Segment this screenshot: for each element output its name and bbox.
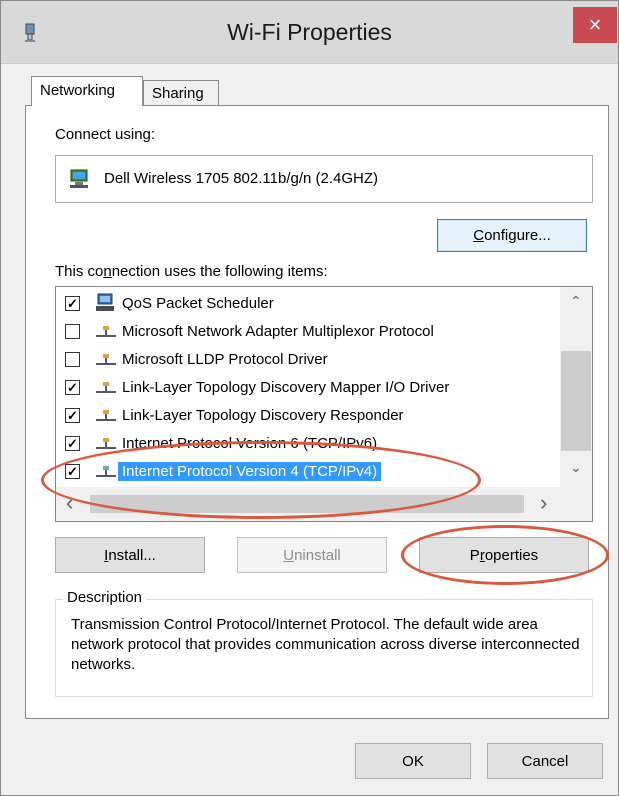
- list-item-label: QoS Packet Scheduler: [122, 295, 274, 312]
- wifi-properties-dialog: Wi-Fi Properties × Networking Sharing Co…: [0, 0, 619, 796]
- horizontal-scroll-thumb[interactable]: [90, 495, 524, 513]
- components-list[interactable]: ✓ QoS Packet Scheduler Microsoft Network…: [55, 286, 593, 522]
- list-item-selected[interactable]: ✓ Internet Protocol Version 4 (TCP/IPv4): [56, 458, 560, 486]
- list-item[interactable]: ✓ QoS Packet Scheduler: [56, 290, 560, 318]
- item-checkbox[interactable]: ✓: [65, 296, 80, 311]
- scroll-up-icon[interactable]: ⌃: [570, 293, 582, 310]
- install-button-label: Install...: [104, 546, 156, 564]
- configure-button[interactable]: Configure...: [437, 219, 587, 252]
- properties-button-label: Properties: [469, 546, 539, 564]
- vertical-scrollbar[interactable]: ⌃ ⌄: [560, 287, 592, 487]
- list-item[interactable]: ✓ Internet Protocol Version 6 (TCP/IPv6): [56, 430, 560, 458]
- window-title: Wi-Fi Properties: [227, 19, 392, 45]
- scroll-down-icon[interactable]: ⌄: [570, 459, 582, 476]
- uninstall-button-label: Uninstall: [283, 546, 341, 564]
- list-item-label: Internet Protocol Version 4 (TCP/IPv4): [118, 462, 382, 481]
- item-checkbox[interactable]: [65, 352, 80, 367]
- install-button[interactable]: Install...: [55, 537, 205, 573]
- horizontal-scrollbar[interactable]: ‹ ›: [56, 487, 560, 521]
- cancel-button[interactable]: Cancel: [487, 743, 603, 779]
- list-item-label: Microsoft Network Adapter Multiplexor Pr…: [122, 323, 434, 340]
- list-item-label: Link-Layer Topology Discovery Responder: [122, 407, 404, 424]
- ok-button[interactable]: OK: [355, 743, 471, 779]
- network-protocol-icon: [96, 382, 116, 393]
- uninstall-button[interactable]: Uninstall: [237, 537, 387, 573]
- network-protocol-icon: [96, 466, 116, 477]
- scroll-left-icon[interactable]: ‹: [66, 492, 73, 514]
- item-checkbox[interactable]: ✓: [65, 464, 80, 479]
- list-item-label: Internet Protocol Version 6 (TCP/IPv6): [122, 435, 378, 452]
- list-item[interactable]: Microsoft LLDP Protocol Driver: [56, 346, 560, 374]
- list-item[interactable]: ✓ Link-Layer Topology Discovery Mapper I…: [56, 374, 560, 402]
- item-checkbox[interactable]: ✓: [65, 408, 80, 423]
- scroll-right-icon[interactable]: ›: [540, 492, 547, 514]
- qos-scheduler-icon: [96, 293, 114, 311]
- tab-sharing[interactable]: Sharing: [143, 80, 219, 105]
- close-button[interactable]: ×: [573, 7, 617, 43]
- properties-button[interactable]: Properties: [419, 537, 589, 573]
- list-item[interactable]: ✓ Link-Layer Topology Discovery Responde…: [56, 402, 560, 430]
- network-protocol-icon: [96, 354, 116, 365]
- list-item-label: Microsoft LLDP Protocol Driver: [122, 351, 328, 368]
- close-icon: ×: [588, 12, 602, 37]
- adapter-name: Dell Wireless 1705 802.11b/g/n (2.4GHZ): [104, 170, 379, 187]
- item-checkbox[interactable]: ✓: [65, 436, 80, 451]
- list-item[interactable]: Microsoft Network Adapter Multiplexor Pr…: [56, 318, 560, 346]
- item-checkbox[interactable]: [65, 324, 80, 339]
- items-label: This connection uses the following items…: [55, 263, 328, 280]
- description-text: Transmission Control Protocol/Internet P…: [71, 616, 580, 673]
- network-protocol-icon: [96, 410, 116, 421]
- list-item-label: Link-Layer Topology Discovery Mapper I/O…: [122, 379, 450, 396]
- description-title: Description: [63, 589, 147, 606]
- connect-using-label: Connect using:: [55, 126, 156, 143]
- configure-button-label: Configure...: [473, 227, 551, 244]
- tab-networking[interactable]: Networking: [31, 76, 143, 106]
- vertical-scroll-thumb[interactable]: [561, 351, 591, 451]
- network-protocol-icon: [96, 438, 116, 449]
- title-bar[interactable]: Wi-Fi Properties ×: [1, 1, 618, 64]
- network-protocol-icon: [96, 326, 116, 337]
- adapter-field: Dell Wireless 1705 802.11b/g/n (2.4GHZ): [55, 155, 593, 203]
- network-adapter-icon: [70, 169, 88, 188]
- scrollbar-corner: [560, 487, 592, 521]
- item-checkbox[interactable]: ✓: [65, 380, 80, 395]
